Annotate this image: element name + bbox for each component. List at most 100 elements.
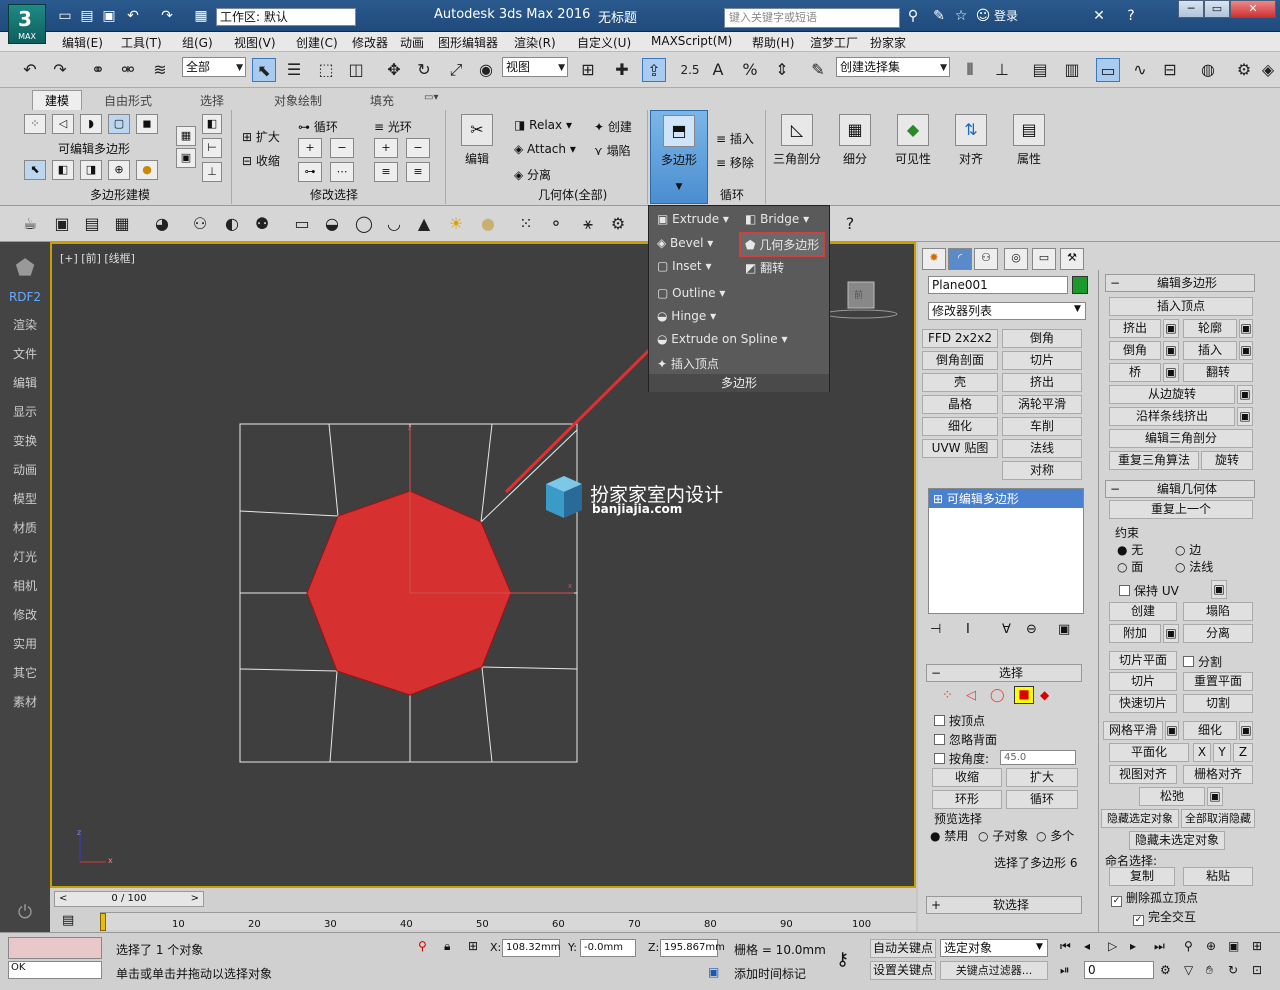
ignore-backfacing-checkbox[interactable]: 忽略背面 — [934, 731, 997, 748]
hinge-item[interactable]: ◒ Hinge ▾ — [657, 309, 716, 323]
modifier-list-dropdown[interactable]: 修改器列表 — [928, 302, 1086, 320]
flip-item[interactable]: ◩ 翻转 — [745, 259, 784, 276]
x-coord-field[interactable]: 108.32mm — [502, 939, 560, 957]
search-input[interactable]: 键入关键字或短语 — [724, 8, 900, 28]
insert-vertex-button[interactable]: 插入顶点 — [1109, 297, 1253, 316]
tab-modeling[interactable]: 建模 — [32, 90, 83, 110]
layers-icon[interactable]: ▥ — [1060, 58, 1084, 82]
window-crossing-icon[interactable]: ◫ — [344, 58, 368, 82]
planar-x-button[interactable]: X — [1193, 743, 1211, 762]
attach-list-icon[interactable]: ▣ — [1163, 624, 1179, 643]
full-interactivity-checkbox[interactable]: ✓ 完全交互 — [1133, 908, 1196, 926]
menu-banjiajia[interactable]: 扮家家 — [870, 34, 906, 51]
modifier-icon[interactable]: ⊕ — [108, 160, 130, 180]
sun-icon[interactable]: ☀ — [444, 212, 468, 236]
by-angle-checkbox[interactable]: 按角度: — [934, 750, 989, 767]
extrude-item[interactable]: ▣ Extrude ▾ — [657, 212, 729, 226]
login-link[interactable]: 登录 — [994, 7, 1018, 24]
unlink-icon[interactable]: ⚮ — [116, 58, 140, 82]
display-tab-icon[interactable]: ▭ — [1032, 248, 1056, 270]
menu-create[interactable]: 创建(C) — [296, 34, 338, 51]
planar-y-button[interactable]: Y — [1213, 743, 1231, 762]
auto-key-button[interactable]: 自动关键点 — [870, 939, 936, 958]
hinge-settings-icon[interactable]: ▣ — [1237, 385, 1253, 404]
zoom-all-icon[interactable]: ⊕ — [1206, 939, 1216, 953]
slice-button[interactable]: 切片 — [1109, 672, 1177, 691]
reset-plane-button[interactable]: 重置平面 — [1183, 672, 1253, 691]
time-config-icon[interactable]: ⚙ — [1160, 963, 1171, 977]
insert-vertex-item[interactable]: ✦ 插入顶点 — [657, 355, 719, 372]
ignore-back-icon[interactable]: ⊥ — [202, 162, 222, 182]
tab-populate[interactable]: 填充 — [370, 92, 394, 109]
attach-button[interactable]: ◈ Attach ▾ — [514, 142, 576, 156]
hierarchy-tab-icon[interactable]: ⚇ — [974, 248, 998, 270]
select-mode-icon[interactable]: ⬉ — [24, 160, 46, 180]
outline-settings-icon[interactable]: ▣ — [1239, 319, 1253, 338]
menu-xuanmeng[interactable]: 渲梦工厂 — [810, 34, 858, 51]
help-icon[interactable]: ? — [1122, 8, 1140, 24]
box-prim-icon[interactable]: ▭ — [290, 212, 314, 236]
menu-graph-editors[interactable]: 图形编辑器 — [438, 34, 498, 51]
nav-transform[interactable]: 变换 — [0, 432, 50, 449]
panel-geometry-title[interactable]: 几何体(全部) — [538, 186, 607, 203]
cone-icon[interactable]: ▲ — [412, 212, 436, 236]
modify-tab-icon[interactable]: ◜ — [948, 248, 972, 270]
close-button[interactable]: ✕ — [1230, 0, 1276, 18]
rollout-selection[interactable]: − 选择 — [926, 664, 1082, 682]
mod-uvw-button[interactable]: UVW 贴图 — [922, 439, 998, 458]
moon-icon[interactable]: ◐ — [220, 212, 244, 236]
ribbon-toggle-icon[interactable]: ▭ — [1096, 58, 1120, 82]
mod-bevel-profile-button[interactable]: 倒角剖面 — [922, 351, 998, 370]
nav-camera[interactable]: 相机 — [0, 577, 50, 594]
visibility-button[interactable]: ◆ 可见性 — [884, 110, 942, 202]
attach-button[interactable]: 附加 — [1109, 624, 1161, 643]
shrink-button[interactable]: 收缩 — [932, 768, 1002, 787]
paste-button[interactable]: 粘贴 — [1183, 867, 1253, 886]
nav-file[interactable]: 文件 — [0, 345, 50, 362]
nav-other[interactable]: 其它 — [0, 664, 50, 681]
mirror-icon[interactable]: ⫴ — [958, 58, 982, 82]
bind-spacewarp-icon[interactable]: ≋ — [148, 58, 172, 82]
nav-material[interactable]: 材质 — [0, 519, 50, 536]
remove-modifier-icon[interactable]: ⊖ — [1026, 622, 1037, 637]
gear-icon[interactable]: ⚙ — [606, 212, 630, 236]
by-vertex-checkbox[interactable]: 按顶点 — [934, 712, 985, 729]
collapse-button[interactable]: ⋎ 塌陷 — [594, 142, 631, 159]
align-icon[interactable]: ⊥ — [990, 58, 1014, 82]
make-planar-button[interactable]: 平面化 — [1109, 743, 1189, 762]
pin-stack-icon[interactable]: ◧ — [202, 114, 222, 134]
nav-display[interactable]: 显示 — [0, 403, 50, 420]
bevel-item[interactable]: ◈ Bevel ▾ — [657, 236, 713, 250]
slice-plane-button[interactable]: 切片平面 — [1109, 651, 1177, 670]
relax-settings-icon[interactable]: ▣ — [1207, 787, 1223, 806]
sky-icon[interactable]: ● — [476, 212, 500, 236]
select-object-icon[interactable]: ⬉ — [252, 58, 276, 82]
turn-button[interactable]: 旋转 — [1201, 451, 1253, 470]
object-color-swatch[interactable] — [1072, 276, 1088, 294]
flip-button[interactable]: 翻转 — [1183, 363, 1253, 382]
prev-frame-icon[interactable]: ◂ — [1084, 939, 1090, 953]
split-checkbox[interactable]: 分割 — [1183, 653, 1222, 670]
outline-item[interactable]: ▢ Outline ▾ — [657, 286, 725, 300]
undo-icon[interactable]: ↶ — [18, 58, 42, 82]
panel-loops-title[interactable]: 循环 — [720, 186, 744, 203]
nav-power-icon[interactable]: ⏻ — [0, 902, 50, 923]
abs-mode-icon[interactable]: ⊞ — [468, 939, 478, 953]
goto-end-icon[interactable]: ⏭ — [1154, 939, 1165, 954]
subobj-border-icon[interactable]: ◯ — [990, 688, 1005, 703]
grow-button[interactable]: ⊞ 扩大 — [242, 128, 280, 145]
panel-modify-selection-title[interactable]: 修改选择 — [310, 186, 358, 203]
angle-spinner[interactable]: 45.0 — [1000, 750, 1076, 765]
pivot-icon[interactable]: ⊞ — [576, 58, 600, 82]
constraint-face-radio[interactable]: ○ 面 — [1117, 558, 1143, 575]
edit-button[interactable]: ✂ 编辑 — [448, 110, 506, 202]
rollout-edit-geometry[interactable]: − 编辑几何体 — [1105, 480, 1255, 498]
maximize-button[interactable]: ▭ — [1204, 0, 1230, 18]
layer-explorer-icon[interactable]: ▤ — [1028, 58, 1052, 82]
menu-views[interactable]: 视图(V) — [234, 34, 276, 51]
delete-isolated-checkbox[interactable]: ✓ 删除孤立顶点 — [1111, 889, 1198, 907]
key-filters-button[interactable]: 关键点过滤器... — [940, 961, 1048, 980]
ribbon-options-icon[interactable]: ▭▾ — [424, 92, 438, 103]
quickslice-button[interactable]: 快速切片 — [1109, 694, 1177, 713]
loop-button[interactable]: ⊶ 循环 — [298, 118, 338, 135]
